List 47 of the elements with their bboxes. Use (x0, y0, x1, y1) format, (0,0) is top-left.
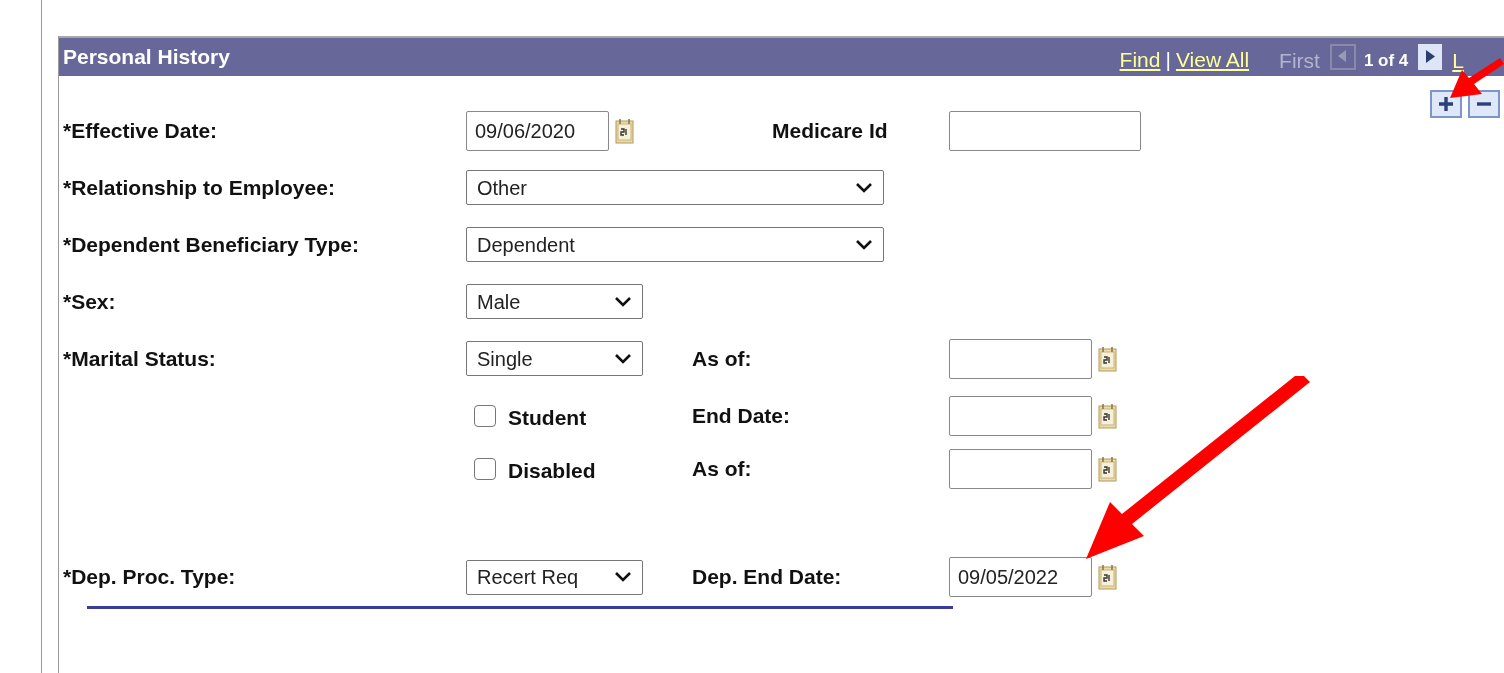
field-label: As of: (692, 457, 752, 481)
calendar-icon[interactable] (1097, 344, 1119, 373)
chevron-down-icon (614, 352, 632, 365)
dropdown[interactable]: Recert Req (466, 559, 643, 595)
last-link[interactable]: L (1452, 45, 1464, 77)
date-field[interactable] (949, 395, 1092, 436)
field-label: *Effective Date: (63, 118, 218, 142)
chevron-down-icon (614, 571, 632, 583)
link-separator: | (1165, 47, 1171, 74)
field-label: *Dependent Beneficiary Type: (63, 232, 360, 256)
next-icon[interactable] (1418, 44, 1443, 70)
calendar-icon[interactable] (1097, 563, 1119, 591)
date-field[interactable]: 09/06/2020 (466, 110, 609, 151)
date-field[interactable] (949, 338, 1092, 379)
field-label: *Sex: (63, 289, 116, 313)
dropdown[interactable]: Other (466, 170, 884, 205)
section-title: Personal History (63, 44, 230, 71)
dropdown[interactable]: Dependent (466, 227, 884, 262)
previous-icon (1329, 44, 1356, 70)
remove-row-icon[interactable] (1468, 90, 1500, 118)
dropdown[interactable]: Single (466, 341, 643, 376)
field-label: End Date: (692, 403, 790, 427)
field-label: *Dep. Proc. Type: (63, 565, 236, 589)
find-link[interactable]: Find (1119, 44, 1161, 76)
checkbox-label: Student (508, 404, 587, 431)
date-field[interactable] (949, 449, 1092, 489)
page-count: 1 of 4 (1363, 50, 1409, 73)
calendar-icon[interactable] (1097, 455, 1119, 483)
field-label: *Relationship to Employee: (63, 175, 335, 199)
chevron-down-icon (855, 238, 873, 251)
date-field[interactable]: 09/05/2022 (949, 557, 1092, 597)
checkbox[interactable] (474, 458, 496, 480)
chevron-down-icon (614, 295, 632, 308)
calendar-icon[interactable] (1097, 401, 1119, 430)
text-field[interactable] (949, 110, 1141, 151)
checkbox-label: Disabled (508, 458, 596, 485)
field-label: As of: (692, 346, 752, 370)
add-row-icon[interactable] (1430, 90, 1462, 118)
first-label: First (1279, 48, 1320, 75)
view-all-link[interactable]: View All (1175, 44, 1250, 76)
checkbox[interactable] (474, 404, 496, 427)
chevron-down-icon (855, 181, 873, 194)
field-label: *Marital Status: (63, 346, 216, 370)
field-label: Medicare Id (772, 118, 888, 142)
calendar-icon[interactable] (614, 116, 636, 145)
field-label: Dep. End Date: (692, 565, 842, 589)
dropdown[interactable]: Male (466, 284, 643, 319)
